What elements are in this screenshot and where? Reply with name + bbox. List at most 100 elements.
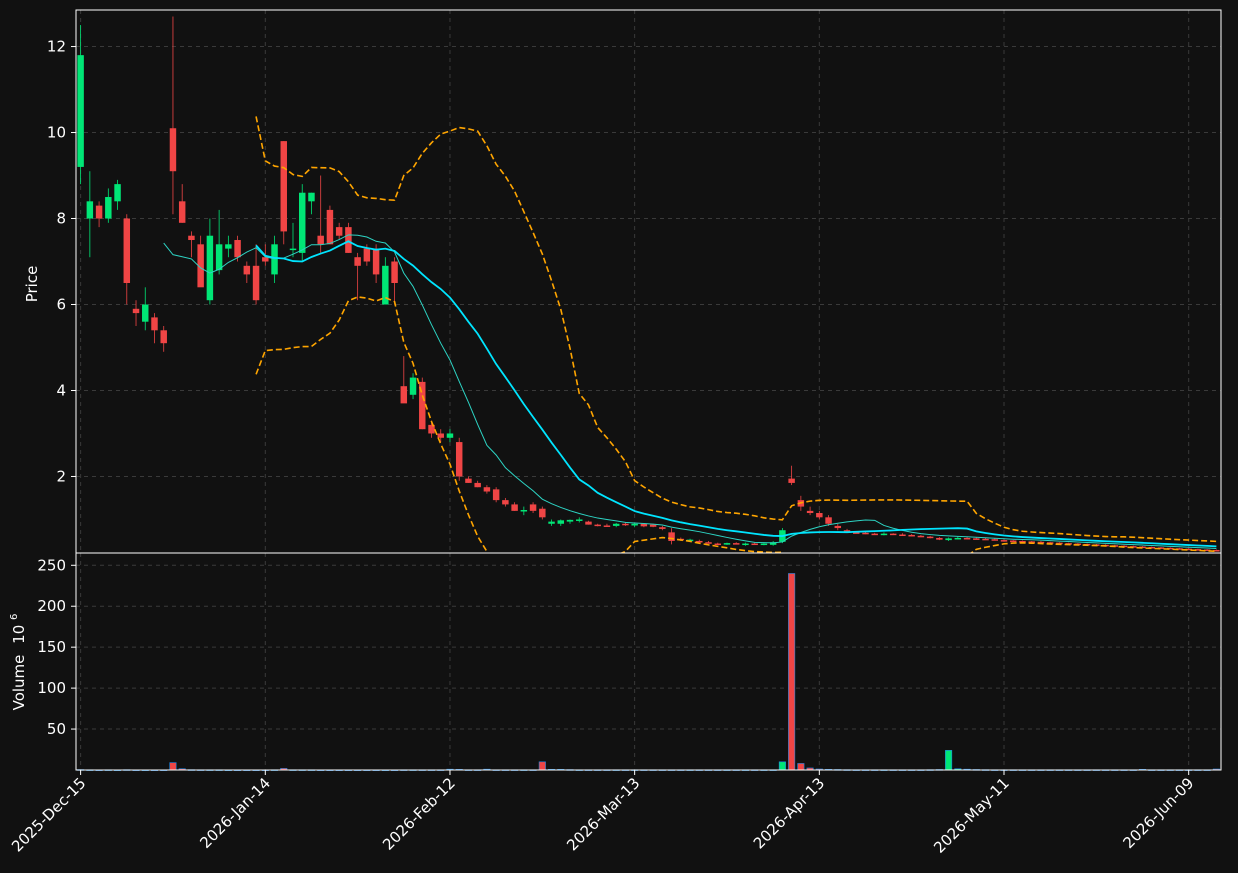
candlestick-chart: 24681012501001502002502025-Dec-15 2026-Ja… [0, 0, 1238, 873]
candle-body [539, 508, 546, 518]
candle-body [945, 538, 952, 541]
candle-body [917, 535, 925, 538]
candle-body [908, 534, 915, 537]
candle-body [123, 218, 131, 284]
candle-body [889, 533, 897, 536]
volume-bar [538, 761, 546, 771]
volume-bar [797, 763, 805, 771]
candle-body [520, 510, 528, 512]
volume-tick-label: 250 [37, 556, 66, 574]
candle-body [289, 248, 297, 251]
candle-body [566, 519, 574, 522]
candle-body [169, 128, 177, 172]
candle-body [372, 248, 380, 275]
svg-text:Volume 10 6: Volume 10 6 [9, 614, 28, 711]
candle-body [871, 533, 878, 536]
candle-body [234, 240, 241, 258]
volume-axis-label: Volume [10, 655, 28, 711]
candle-body [576, 519, 583, 521]
candle-body [114, 184, 121, 202]
candle-body [502, 500, 509, 505]
candle-body [335, 227, 343, 236]
candle-body [345, 227, 352, 253]
candle-body [705, 542, 712, 544]
candle-body [95, 205, 103, 219]
price-tick-label: 2 [56, 467, 66, 485]
price-tick-label: 8 [56, 210, 66, 228]
candle-body [262, 257, 269, 262]
volume-tick-label: 200 [37, 597, 66, 615]
candle-body [511, 504, 518, 511]
candle-body [880, 533, 888, 536]
candle-body [86, 201, 94, 219]
candle-body [659, 527, 666, 529]
candle-body [354, 257, 361, 266]
candle-body [465, 478, 472, 483]
candle-body [308, 192, 315, 202]
candle-body [862, 532, 869, 535]
volume-exponent-power: 6 [9, 614, 20, 620]
candle-body [788, 478, 795, 483]
candle-body [391, 261, 398, 284]
candle-body [742, 543, 749, 546]
volume-bar [945, 750, 953, 771]
candle-body [142, 304, 149, 322]
candle-body [455, 442, 463, 477]
candle-body [963, 537, 971, 540]
candle-body [215, 244, 223, 271]
candle-body [160, 330, 167, 344]
price-tick-label: 4 [56, 381, 66, 399]
candle-body [594, 524, 601, 527]
candle-body [751, 543, 758, 546]
candle-body [529, 504, 537, 511]
candle-body [317, 235, 324, 245]
candle-body [982, 538, 989, 541]
volume-bar [778, 761, 786, 771]
candle-body [474, 482, 481, 488]
volume-tick-label: 150 [37, 638, 66, 656]
candle-body [548, 521, 555, 524]
volume-exponent-base: 10 [10, 625, 28, 644]
candle-body [446, 433, 454, 438]
candle-body [991, 539, 999, 541]
candle-body [298, 192, 306, 253]
candle-body [806, 510, 814, 514]
price-tick-label: 10 [47, 124, 66, 142]
candle-body [151, 317, 158, 331]
candle-body [178, 201, 186, 223]
candle-body [252, 265, 260, 301]
candle-body [834, 525, 842, 529]
candle-body [973, 538, 980, 540]
volume-axis-title: Volume 10 6 [9, 614, 28, 711]
volume-bar [788, 573, 796, 771]
candle-body [585, 521, 592, 525]
candle-body [612, 523, 620, 526]
candle-body [926, 536, 934, 539]
candle-body [206, 235, 214, 301]
candle-body [631, 523, 638, 526]
candle-body [760, 543, 768, 546]
candle-body [816, 513, 823, 518]
candle-body [723, 543, 731, 545]
candle-body [557, 520, 565, 524]
candle-body [437, 433, 444, 438]
volume-tick-label: 50 [47, 720, 66, 738]
candle-body [483, 487, 491, 492]
candle-body [622, 523, 629, 526]
candle-body [326, 209, 334, 245]
candle-body [492, 489, 500, 501]
candle-body [954, 537, 962, 540]
chart-background [0, 0, 1238, 873]
price-tick-label: 12 [47, 38, 66, 56]
candle-body [1010, 540, 1017, 543]
candle-body [400, 386, 408, 404]
candle-body [603, 525, 611, 527]
candle-body [409, 377, 417, 395]
candle-body [188, 235, 195, 241]
candle-body [363, 248, 371, 262]
price-tick-label: 6 [56, 296, 66, 314]
candle-body [649, 524, 657, 527]
candle-body [132, 308, 140, 314]
volume-bar [169, 762, 177, 771]
price-axis-label: Price [23, 266, 41, 303]
